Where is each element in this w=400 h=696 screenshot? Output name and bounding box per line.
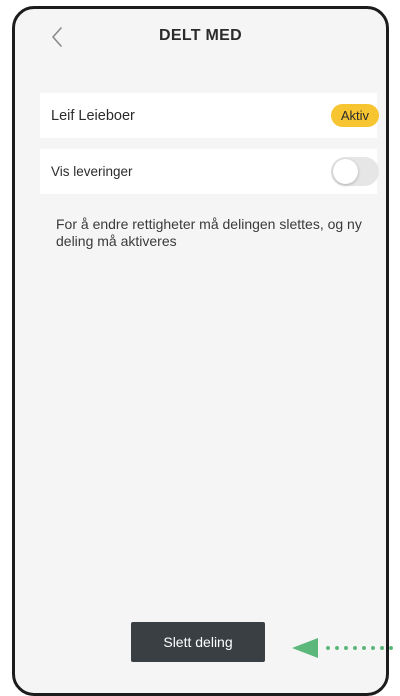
show-deliveries-row: Vis leveringer bbox=[40, 149, 379, 194]
phone-screen: DELT MED Leif Leieboer Aktiv Vis leverin… bbox=[12, 6, 389, 696]
shared-user-name: Leif Leieboer bbox=[51, 107, 135, 124]
dotted-arrow-left-icon bbox=[292, 638, 393, 658]
page-title: DELT MED bbox=[159, 27, 242, 44]
status-badge: Aktiv bbox=[330, 104, 379, 127]
show-deliveries-toggle[interactable] bbox=[331, 157, 379, 186]
delete-share-button[interactable]: Slett deling bbox=[131, 622, 265, 662]
info-text: For å endre rettigheter må delingen slet… bbox=[56, 216, 362, 249]
toggle-knob bbox=[333, 159, 358, 184]
show-deliveries-label: Vis leveringer bbox=[51, 164, 133, 179]
nav-bar: DELT MED bbox=[15, 9, 386, 65]
shared-user-row[interactable]: Leif Leieboer Aktiv bbox=[40, 93, 379, 138]
